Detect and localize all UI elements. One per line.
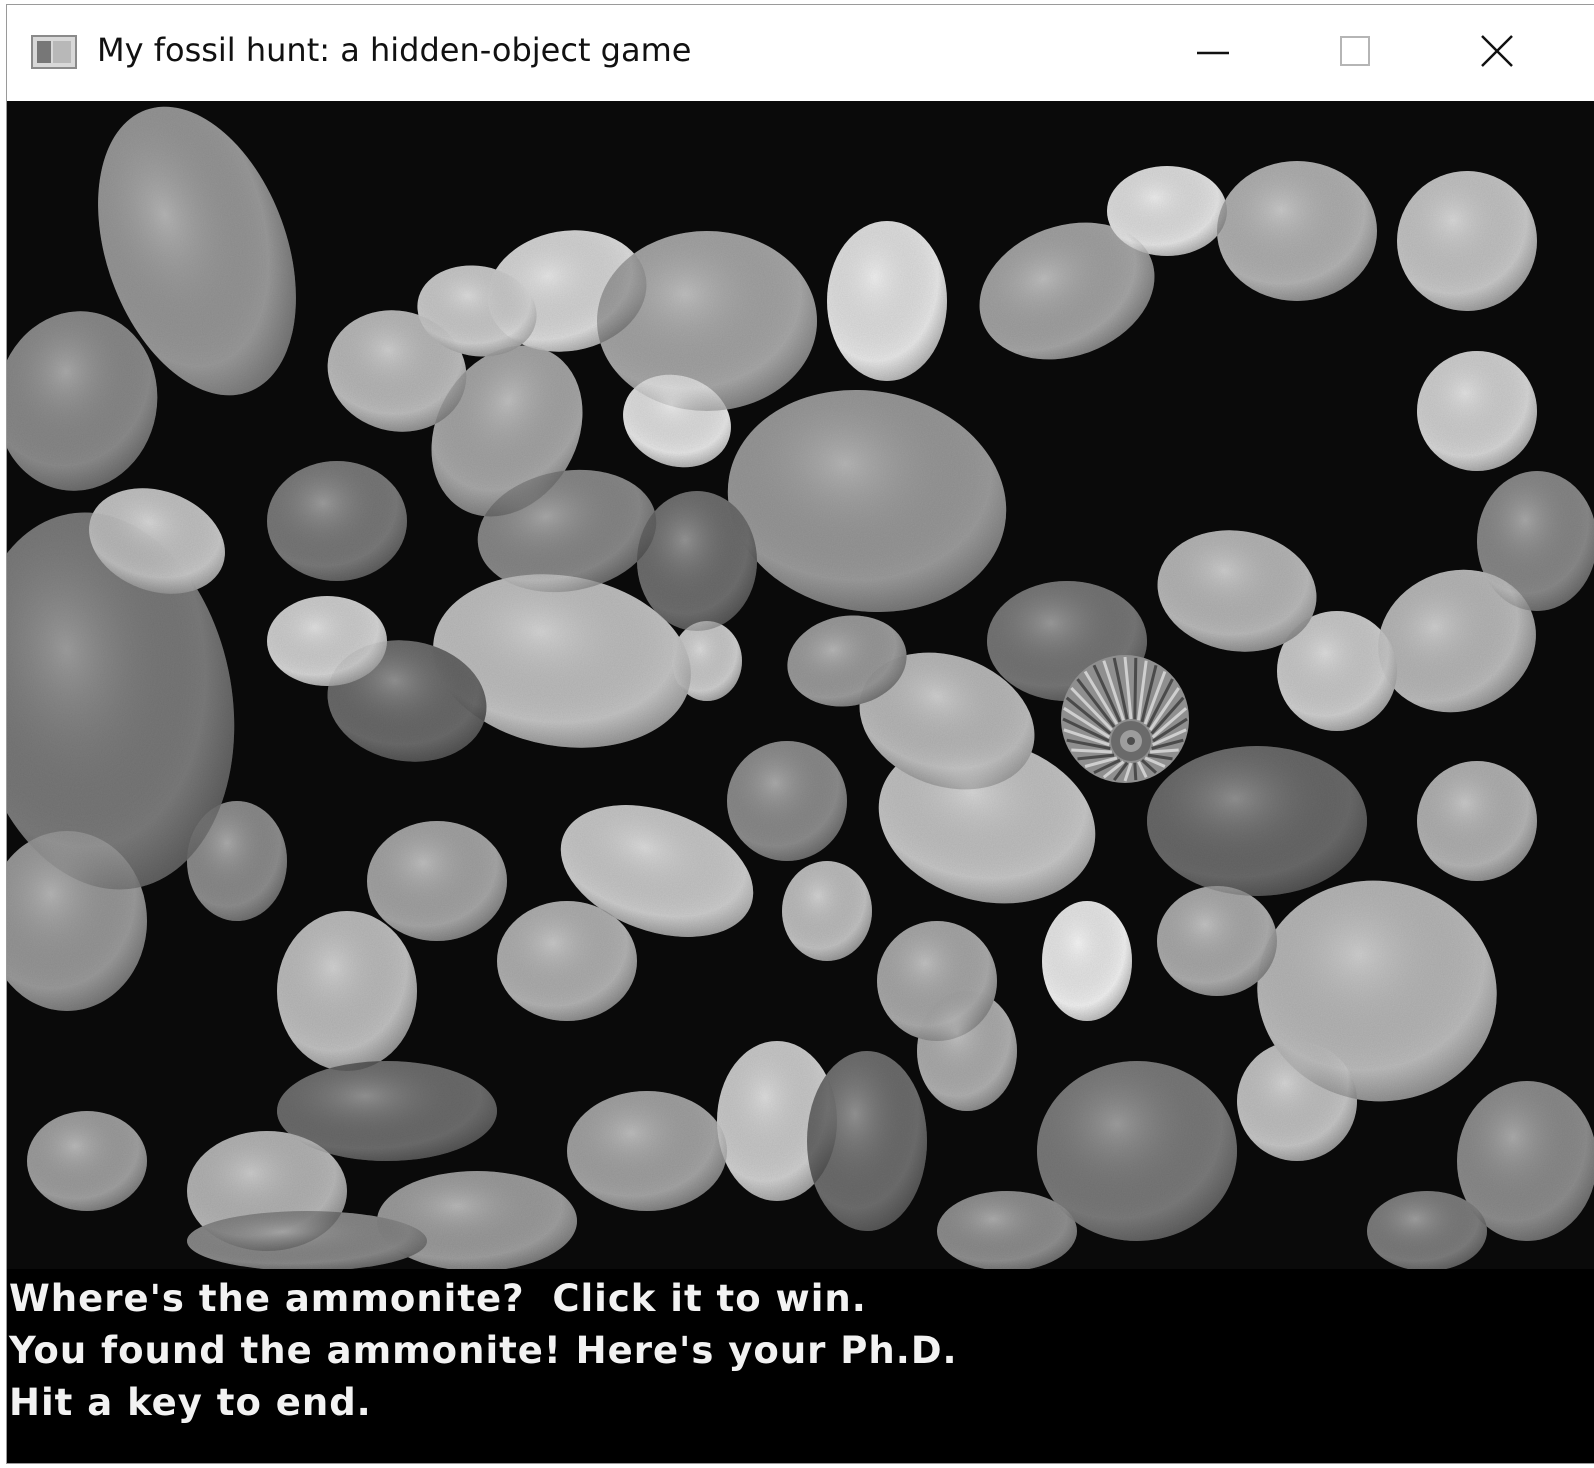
pebble-shade bbox=[497, 901, 637, 1021]
prompt-message: Where's the ammonite? Click it to win. bbox=[9, 1277, 867, 1320]
ammonite-rib bbox=[1133, 657, 1138, 720]
pebble-shade bbox=[27, 1111, 147, 1211]
ammonite-rib bbox=[1071, 748, 1112, 754]
pebble-shade bbox=[267, 461, 407, 581]
pebble-shade bbox=[277, 911, 417, 1071]
pebble-shade bbox=[1147, 746, 1367, 896]
pebble-shade bbox=[1417, 761, 1537, 881]
game-canvas[interactable] bbox=[7, 101, 1594, 1269]
app-window: My fossil hunt: a hidden-object game Whe… bbox=[6, 4, 1594, 1464]
pebble-shade bbox=[1397, 171, 1537, 311]
pebble-shade bbox=[727, 741, 847, 861]
minimize-icon bbox=[1196, 34, 1230, 72]
maximize-button[interactable] bbox=[1305, 21, 1405, 85]
pebble-shade bbox=[1217, 161, 1377, 301]
pebble-shade bbox=[917, 991, 1017, 1111]
pebble-shade bbox=[807, 1051, 927, 1231]
pebble-shade bbox=[1157, 886, 1277, 996]
minimize-button[interactable] bbox=[1163, 21, 1263, 85]
window-title: My fossil hunt: a hidden-object game bbox=[97, 31, 692, 69]
pebble-shade bbox=[187, 801, 287, 921]
pebble-shade bbox=[782, 861, 872, 961]
pebble-shade bbox=[597, 231, 817, 411]
pebble-shade bbox=[1042, 901, 1132, 1021]
message-panel: Where's the ammonite? Click it to win. Y… bbox=[7, 1269, 1594, 1463]
pebble-shade bbox=[827, 221, 947, 381]
pebble-shade bbox=[637, 491, 757, 631]
pebble-shade bbox=[367, 821, 507, 941]
ammonite-rib bbox=[1133, 762, 1138, 781]
app-window-icon bbox=[31, 35, 77, 69]
ammonite-fossil[interactable] bbox=[1061, 655, 1189, 783]
pebble-shade bbox=[1237, 1041, 1357, 1161]
pebble-shade bbox=[1367, 1191, 1487, 1269]
ammonite-rib bbox=[1149, 748, 1179, 754]
pebble-shade bbox=[1107, 166, 1227, 256]
win-message: You found the ammonite! Here's your Ph.D… bbox=[9, 1329, 958, 1372]
pebble-scene[interactable] bbox=[7, 101, 1594, 1269]
close-button[interactable] bbox=[1447, 21, 1547, 85]
maximize-icon bbox=[1338, 34, 1372, 72]
title-bar[interactable]: My fossil hunt: a hidden-object game bbox=[7, 5, 1594, 101]
pebble-shade bbox=[672, 621, 742, 701]
pebble-shade bbox=[267, 596, 387, 686]
pebble-shade bbox=[1417, 351, 1537, 471]
close-icon bbox=[1479, 33, 1515, 73]
pebble-shade bbox=[187, 1211, 427, 1269]
pebble-shade bbox=[937, 1191, 1077, 1269]
pebble-shade bbox=[567, 1091, 727, 1211]
end-instruction: Hit a key to end. bbox=[9, 1381, 372, 1424]
